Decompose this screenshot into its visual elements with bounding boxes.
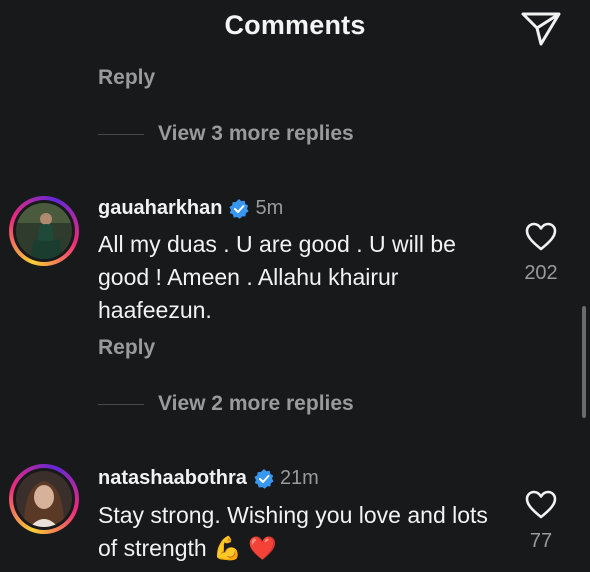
like-block: 202 (511, 222, 571, 285)
paper-plane-icon[interactable] (519, 8, 563, 48)
divider-line (98, 133, 144, 135)
view-more-replies-button[interactable]: View 3 more replies (98, 119, 354, 149)
avatar[interactable] (9, 464, 79, 534)
like-block: 77 (511, 490, 571, 553)
username[interactable]: natashaabothra (98, 467, 247, 490)
reply-button[interactable]: Reply (98, 336, 155, 360)
comment-text: Stay strong. Wishing you love and lots o… (98, 499, 498, 565)
timestamp: 5m (255, 197, 284, 219)
like-count: 202 (524, 262, 558, 284)
comment-text-body: Stay strong. Wishing you love and lots o… (98, 502, 488, 561)
like-count: 77 (529, 530, 553, 552)
avatar-photo (16, 471, 72, 527)
heart-icon[interactable] (525, 490, 557, 520)
comments-header: Comments (0, 0, 590, 56)
timestamp: 21m (279, 467, 319, 489)
comment-text: All my duas . U are good . U will be goo… (98, 231, 456, 323)
reply-button[interactable]: Reply (98, 66, 155, 90)
scrollbar[interactable] (582, 306, 586, 418)
view-more-replies-button[interactable]: View 2 more replies (98, 389, 354, 419)
verified-badge-icon (229, 198, 250, 219)
username[interactable]: gauaharkhan (98, 197, 222, 220)
comment-author-row: natashaabothra 21m (98, 467, 319, 490)
view-more-replies-label: View 2 more replies (158, 392, 354, 415)
avatar[interactable] (9, 196, 79, 266)
divider-line (98, 403, 144, 405)
avatar-photo (16, 203, 72, 259)
page-title: Comments (224, 10, 366, 40)
verified-badge-icon (254, 468, 274, 489)
view-more-replies-label: View 3 more replies (158, 122, 354, 145)
emoji-flexed-biceps-heart: 💪 ❤️ (213, 535, 277, 561)
heart-icon[interactable] (525, 222, 557, 252)
comment-author-row: gauaharkhan 5m (98, 197, 283, 220)
